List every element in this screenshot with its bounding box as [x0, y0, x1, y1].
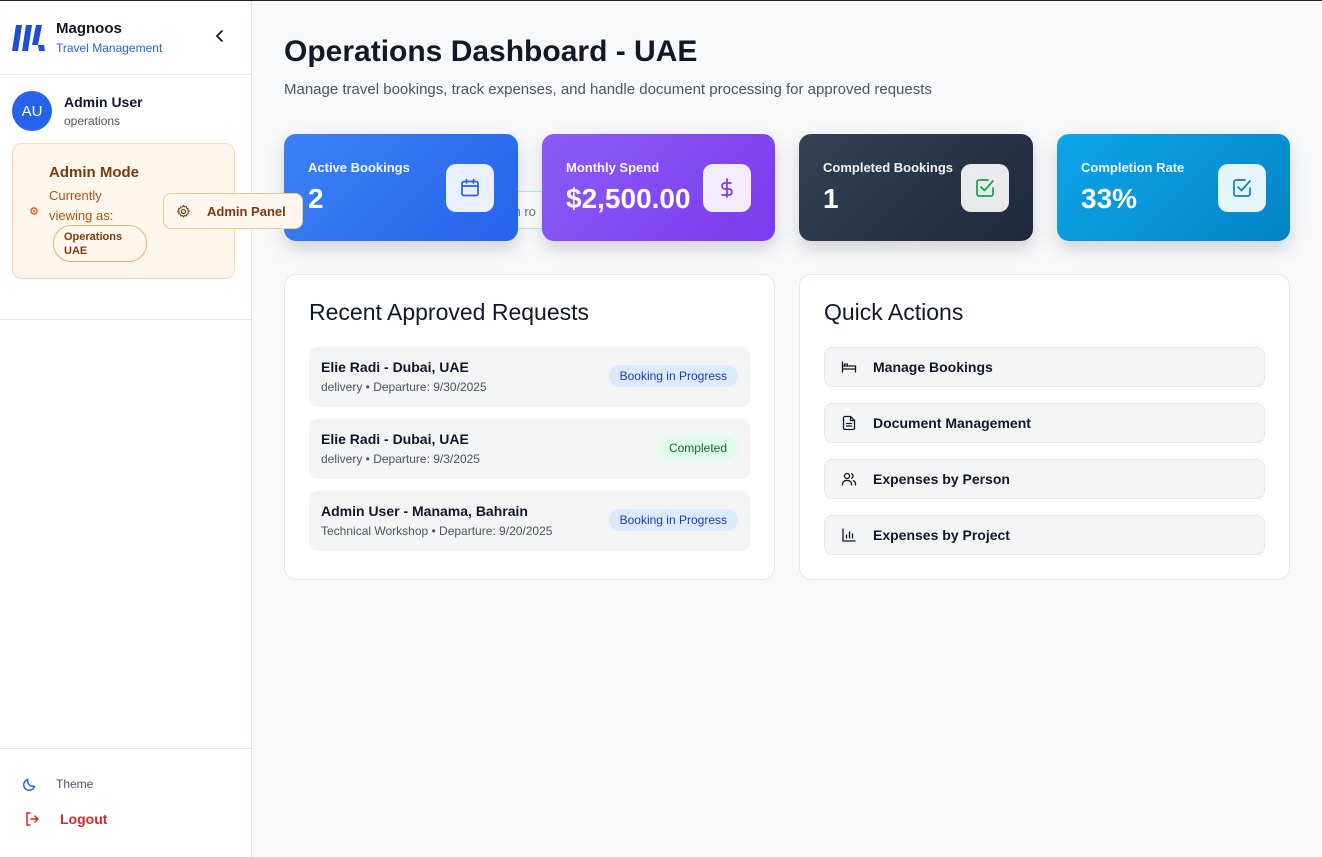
action-label: Manage Bookings: [873, 359, 993, 375]
status-badge: Booking in Progress: [608, 365, 738, 387]
admin-gear-icon: [30, 207, 38, 215]
action-label: Document Management: [873, 415, 1031, 431]
check-square-icon: [961, 164, 1009, 212]
status-badge: Completed: [657, 437, 738, 459]
recent-requests-title: Recent Approved Requests: [309, 299, 590, 325]
collapse-sidebar-chevron-left-icon[interactable]: [213, 29, 227, 43]
viewing-as-badge: Operations UAE: [53, 225, 147, 262]
admin-panel-label: Admin Panel: [207, 203, 286, 219]
sidebar: Magnoos Travel Management AU Admin User …: [0, 1, 252, 857]
logout-button[interactable]: Logout: [0, 809, 251, 829]
bar-chart-icon: [842, 528, 856, 542]
admin-viewing-label: Currently viewing as:: [49, 188, 114, 223]
logout-label: Logout: [60, 811, 108, 827]
action-label: Expenses by Project: [873, 527, 1010, 543]
stat-card-active-bookings: Active Bookings 2: [284, 134, 518, 241]
logout-icon: [26, 812, 39, 826]
user-profile: AU Admin User operations: [0, 75, 251, 141]
request-item[interactable]: Elie Radi - Dubai, UAE delivery • Depart…: [309, 347, 750, 407]
document-icon: [842, 415, 856, 431]
document-management-button[interactable]: Document Management: [824, 403, 1265, 443]
recent-requests-panel: Recent Approved Requests Elie Radi - Dub…: [284, 274, 775, 580]
check-square-icon: [1218, 164, 1266, 212]
action-label: Expenses by Person: [873, 471, 1010, 487]
sidebar-divider: [0, 319, 251, 320]
sidebar-footer: Theme Logout: [0, 748, 251, 829]
request-item[interactable]: Admin User - Manama, Bahrain Technical W…: [309, 491, 750, 551]
moon-icon: [22, 778, 36, 792]
admin-mode-title: Admin Mode: [49, 164, 139, 181]
manage-bookings-button[interactable]: Manage Bookings: [824, 347, 1265, 387]
admin-panel-button[interactable]: Admin Panel: [163, 193, 303, 229]
users-icon: [841, 472, 857, 486]
expenses-by-project-button[interactable]: Expenses by Project: [824, 515, 1265, 555]
theme-label: Theme: [56, 777, 94, 791]
quick-actions-title: Quick Actions: [824, 299, 964, 325]
user-role: operations: [64, 114, 121, 128]
dollar-icon: [703, 164, 751, 212]
gear-icon: [176, 204, 190, 218]
page-subtitle: Manage travel bookings, track expenses, …: [284, 81, 932, 98]
brand-subtitle: Travel Management: [56, 41, 163, 55]
stat-card-completion-rate: Completion Rate 33%: [1057, 134, 1290, 241]
stat-card-completed-bookings: Completed Bookings 1: [799, 134, 1033, 241]
brand-header: Magnoos Travel Management: [0, 1, 251, 75]
status-badge: Booking in Progress: [608, 509, 738, 531]
avatar: AU: [12, 91, 52, 131]
quick-actions-panel: Quick Actions Manage Bookings Document M…: [799, 274, 1290, 580]
bed-icon: [841, 361, 857, 373]
brand-name: Magnoos: [56, 20, 122, 37]
user-name: Admin User: [64, 94, 143, 110]
magnoos-logo-icon: [12, 24, 45, 51]
calendar-icon: [446, 164, 494, 212]
stat-card-monthly-spend: Monthly Spend $2,500.00: [542, 134, 775, 241]
request-item[interactable]: Elie Radi - Dubai, UAE delivery • Depart…: [309, 419, 750, 479]
page-title: Operations Dashboard - UAE: [284, 35, 698, 68]
expenses-by-person-button[interactable]: Expenses by Person: [824, 459, 1265, 499]
